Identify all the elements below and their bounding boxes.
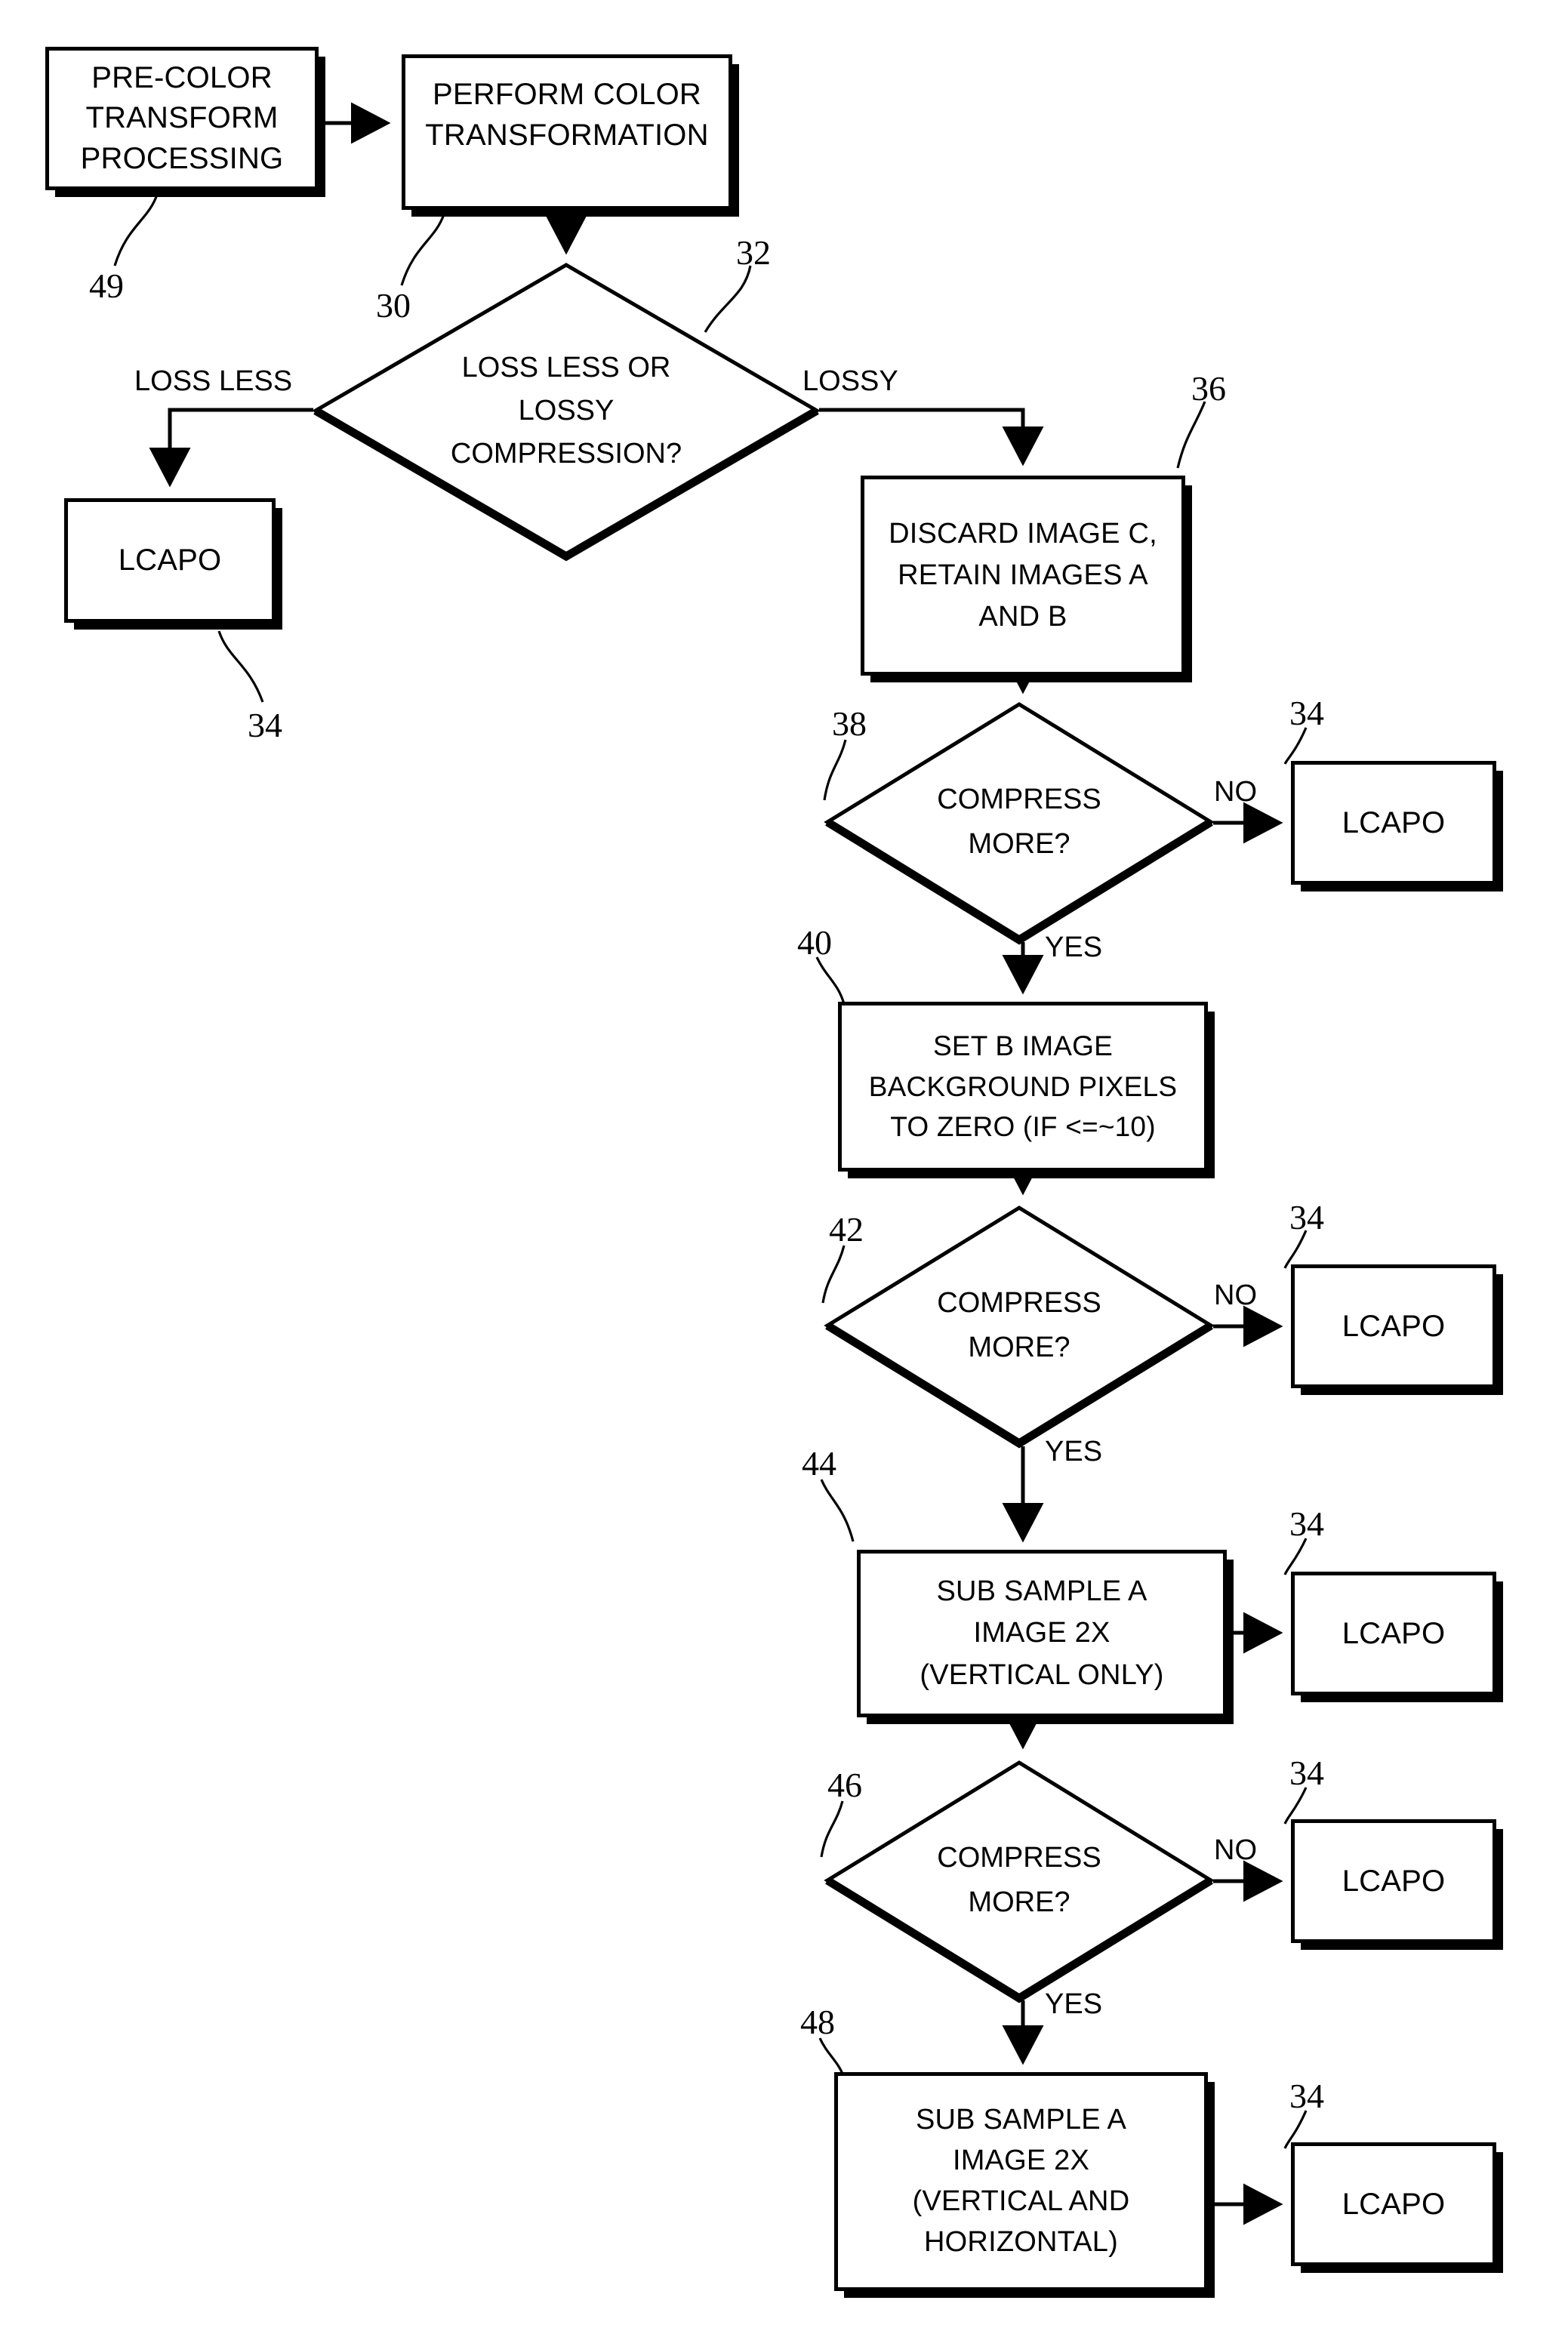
leader-44 xyxy=(820,1479,855,1542)
node-label-line: COMPRESS xyxy=(937,1287,1101,1320)
edge-label-yes-3: YES xyxy=(1045,1988,1103,2020)
node-label-line: COMPRESS xyxy=(937,784,1101,816)
edge-lossy-to-discard xyxy=(819,408,1044,467)
reference-numeral-34-b: 34 xyxy=(1289,1198,1324,1236)
edge-label-yes-1: YES xyxy=(1045,932,1103,963)
reference-numeral-38: 38 xyxy=(832,704,867,743)
leader-34-c xyxy=(1283,1538,1308,1575)
leader-36 xyxy=(1176,401,1206,469)
reference-numeral-36: 36 xyxy=(1191,369,1226,408)
node-label-line: LCAPO xyxy=(118,544,222,577)
node-lcapo-5[interactable]: LCAPO xyxy=(1291,2142,1496,2266)
edge-label-loss-less: LOSS LESS xyxy=(134,365,293,397)
node-label-line: IMAGE 2X xyxy=(973,1617,1111,1649)
reference-numeral-42: 42 xyxy=(829,1210,864,1249)
node-lcapo-1[interactable]: LCAPO xyxy=(1291,761,1496,885)
node-decision-compress-more-1[interactable]: COMPRESS MORE? xyxy=(824,702,1215,945)
reference-numeral-30: 30 xyxy=(376,286,411,325)
node-set-b-image-background[interactable]: SET B IMAGE BACKGROUND PIXELS TO ZERO (I… xyxy=(838,1002,1208,1172)
node-label-line: (VERTICAL AND xyxy=(912,2185,1130,2217)
patent-flowchart-figure: PRE-COLOR TRANSFORM PROCESSING PERFORM C… xyxy=(0,0,1568,2325)
edge-lossless-to-lcapo xyxy=(149,408,313,488)
node-label-line: SUB SAMPLE A xyxy=(915,2104,1127,2136)
reference-numeral-46: 46 xyxy=(827,1766,862,1804)
node-label-line: LCAPO xyxy=(1342,1616,1446,1650)
edge-label-no-1: NO xyxy=(1214,776,1257,808)
reference-numeral-44: 44 xyxy=(802,1444,836,1483)
node-label-line: AND B xyxy=(978,601,1067,633)
reference-numeral-34-lossless: 34 xyxy=(248,706,282,744)
leader-40 xyxy=(815,956,846,1005)
node-label-line: PERFORM COLOR xyxy=(433,78,701,111)
node-label-line: MORE? xyxy=(968,828,1070,860)
node-label-line: COMPRESSION? xyxy=(450,437,682,470)
node-sub-sample-vertical-horizontal[interactable]: SUB SAMPLE A IMAGE 2X (VERTICAL AND HORI… xyxy=(834,2072,1208,2291)
reference-numeral-40: 40 xyxy=(797,923,832,962)
node-label-line: BACKGROUND PIXELS xyxy=(868,1070,1178,1102)
node-label-line: LCAPO xyxy=(1342,1864,1446,1898)
node-label-line: COMPRESS xyxy=(937,1842,1101,1874)
node-label-line: PRE-COLOR xyxy=(91,60,273,94)
reference-numeral-49: 49 xyxy=(89,266,124,305)
node-label-line: TRANSFORM xyxy=(85,101,279,135)
node-perform-color-transformation[interactable]: PERFORM COLOR TRANSFORMATION xyxy=(402,54,732,210)
node-lcapo-4[interactable]: LCAPO xyxy=(1291,1819,1496,1943)
leader-34-lossless xyxy=(217,630,264,703)
reference-numeral-34-e: 34 xyxy=(1289,2077,1324,2115)
node-sub-sample-vertical[interactable]: SUB SAMPLE A IMAGE 2X (VERTICAL ONLY) xyxy=(857,1550,1227,1717)
node-label-line: LCAPO xyxy=(1342,805,1446,839)
node-label-line: HORIZONTAL) xyxy=(924,2225,1118,2258)
node-label-line: MORE? xyxy=(968,1886,1070,1918)
node-label-line: SET B IMAGE xyxy=(933,1030,1113,1062)
node-label-line: TO ZERO (IF <=~10) xyxy=(890,1111,1156,1143)
node-discard-image-c[interactable]: DISCARD IMAGE C, RETAIN IMAGES A AND B xyxy=(861,476,1185,676)
node-lcapo-lossless[interactable]: LCAPO xyxy=(64,498,276,623)
node-label-line: IMAGE 2X xyxy=(952,2145,1090,2177)
leader-34-d xyxy=(1283,1787,1308,1825)
node-lcapo-2[interactable]: LCAPO xyxy=(1291,1264,1496,1388)
node-label-line: LOSS LESS OR xyxy=(461,351,671,383)
node-label-line: LOSSY xyxy=(518,394,615,427)
reference-numeral-48: 48 xyxy=(800,2003,835,2041)
reference-numeral-32: 32 xyxy=(736,233,771,272)
node-pre-color-transform-processing[interactable]: PRE-COLOR TRANSFORM PROCESSING xyxy=(45,47,319,190)
node-label-line: MORE? xyxy=(968,1332,1070,1363)
node-lcapo-3[interactable]: LCAPO xyxy=(1291,1572,1496,1695)
reference-numeral-34-c: 34 xyxy=(1289,1504,1324,1543)
node-label-line: LCAPO xyxy=(1342,2187,1446,2221)
node-label-line: LCAPO xyxy=(1342,1309,1446,1343)
reference-numeral-34-a: 34 xyxy=(1289,694,1324,732)
leader-49 xyxy=(113,194,159,266)
reference-numeral-34-d: 34 xyxy=(1289,1754,1324,1792)
node-decision-compress-more-3[interactable]: COMPRESS MORE? xyxy=(824,1760,1215,2003)
node-decision-compress-more-2[interactable]: COMPRESS MORE? xyxy=(824,1206,1215,1449)
edge-label-no-2: NO xyxy=(1214,1280,1257,1311)
leader-34-a xyxy=(1283,727,1308,765)
node-label-line: DISCARD IMAGE C, xyxy=(889,517,1157,550)
node-label-line: (VERTICAL ONLY) xyxy=(920,1658,1164,1691)
node-label-line: SUB SAMPLE A xyxy=(936,1575,1148,1608)
edge-label-no-3: NO xyxy=(1214,1834,1257,1866)
node-label-line: PROCESSING xyxy=(80,141,284,175)
node-label-line: RETAIN IMAGES A xyxy=(898,559,1148,591)
edge-label-lossy: LOSSY xyxy=(802,365,898,397)
node-label-line: TRANSFORMATION xyxy=(425,118,709,152)
edge-label-yes-2: YES xyxy=(1045,1436,1103,1467)
